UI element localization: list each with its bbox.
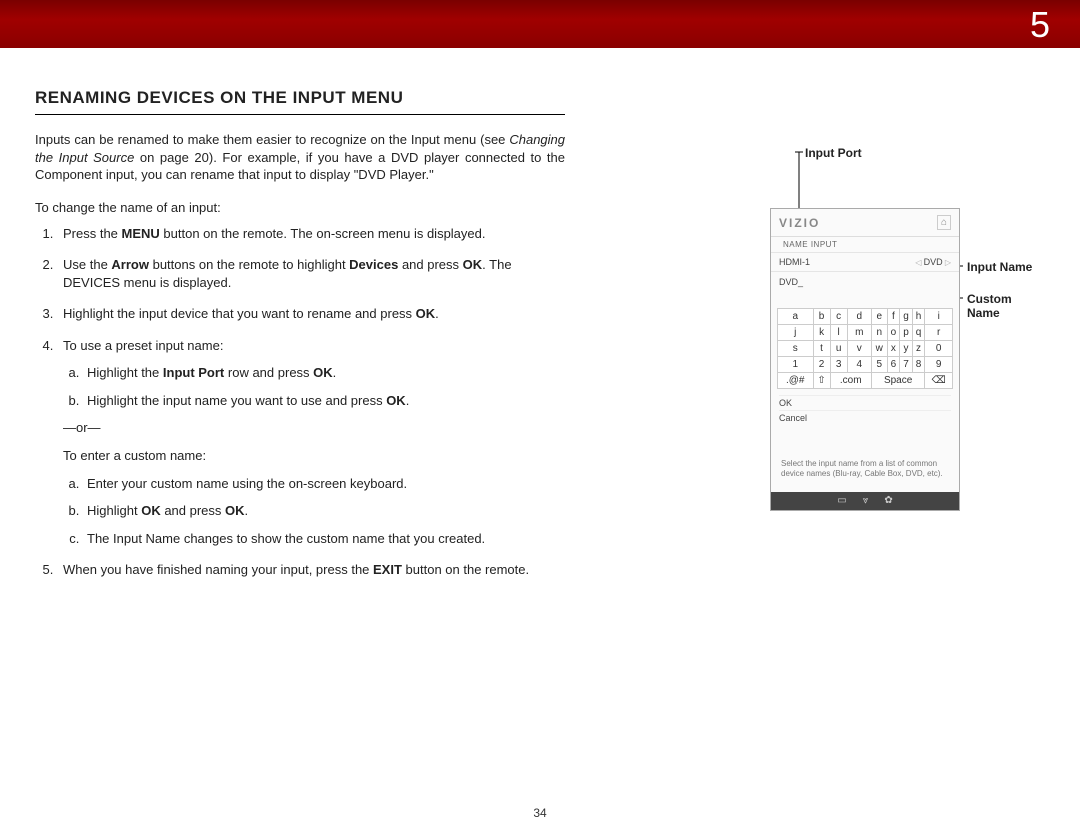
step-4-custom-sub: Enter your custom name using the on-scre… [63,475,565,548]
kb-key: a [778,309,814,325]
callout-label-input-name: Input Name [967,260,1032,274]
kb-key: x [887,341,900,357]
kb-key-special: ⌫ [925,373,953,389]
kb-key: p [900,325,913,341]
step-4-custom-b: Highlight OK and press OK. [83,502,565,520]
section-heading: RENAMING DEVICES ON THE INPUT MENU [35,88,565,115]
on-screen-keyboard: abcdefghi jklmnopqr stuvwxyz0 123456789 .@#⇧… [777,308,953,389]
step-4-custom-a: Enter your custom name using the on-scre… [83,475,565,493]
gear-icon: ✿ [884,495,892,506]
tv-menu-screenshot: VIZIO ⌂ NAME INPUT HDMI-1 ◁ DVD ▷ DVD_ a… [770,208,960,511]
callout-label-custom-name: Custom Name [967,292,1035,320]
kb-key: s [778,341,814,357]
kb-key-special: ⇧ [813,373,830,389]
kb-key: 9 [925,357,953,373]
tv-help-text: Select the input name from a list of com… [771,429,959,492]
step-5: When you have finished naming your input… [57,561,565,579]
step-4: To use a preset input name: Highlight th… [57,337,565,547]
chapter-header-bar: 5 [0,0,1080,48]
kb-key-special: .@# [778,373,814,389]
kb-key: w [871,341,887,357]
kb-key: m [847,325,871,341]
kb-key: 5 [871,357,887,373]
tv-buttons: OK Cancel [771,391,959,429]
wide-icon: ▭ [837,495,846,506]
right-column: Input Port Input Name Custom Name VIZIO … [615,88,1035,593]
kb-key: 2 [813,357,830,373]
or-separator: —or— [63,419,565,437]
intro-paragraph: Inputs can be renamed to make them easie… [35,131,565,184]
kb-key: g [900,309,913,325]
tv-brand: VIZIO [779,216,820,230]
step-2: Use the Arrow buttons on the remote to h… [57,256,565,291]
tv-preset-value: ◁ DVD ▷ [915,257,951,267]
kb-key: e [871,309,887,325]
kb-key: 4 [847,357,871,373]
kb-key: 6 [887,357,900,373]
step-4a: Highlight the Input Port row and press O… [83,364,565,382]
tv-input-port-row: HDMI-1 ◁ DVD ▷ [771,252,959,271]
tv-header: VIZIO ⌂ [771,209,959,237]
tv-bottom-bar: ▭ ⩔ ✿ [771,492,959,510]
kb-key: 8 [912,357,925,373]
step-4-sub: Highlight the Input Port row and press O… [63,364,565,409]
kb-key: l [830,325,847,341]
step-4b: Highlight the input name you want to use… [83,392,565,410]
down-icon: ⩔ [863,495,869,506]
step-3: Highlight the input device that you want… [57,305,565,323]
tv-menu-title: NAME INPUT [771,237,959,252]
page-number: 34 [0,806,1080,820]
kb-key: h [912,309,925,325]
tv-ok-row: OK [779,395,951,410]
kb-key: 1 [778,357,814,373]
kb-key: z [912,341,925,357]
kb-key: d [847,309,871,325]
kb-key-special: Space [871,373,924,389]
kb-key: 3 [830,357,847,373]
tv-custom-value: DVD_ [779,277,803,287]
kb-key: 0 [925,341,953,357]
kb-key: u [830,341,847,357]
tv-port-label: HDMI-1 [779,257,810,267]
chapter-number: 5 [1030,4,1050,46]
left-column: RENAMING DEVICES ON THE INPUT MENU Input… [35,88,565,593]
kb-key: 7 [900,357,913,373]
home-icon: ⌂ [937,215,951,230]
kb-key: r [925,325,953,341]
tv-custom-name-row: DVD_ [771,271,959,292]
intro-text-1: Inputs can be renamed to make them easie… [35,132,509,147]
kb-key: o [887,325,900,341]
steps-list: Press the MENU button on the remote. The… [35,225,565,579]
kb-key: t [813,341,830,357]
page-content: RENAMING DEVICES ON THE INPUT MENU Input… [0,48,1080,593]
kb-key: q [912,325,925,341]
step-1: Press the MENU button on the remote. The… [57,225,565,243]
lead-text: To change the name of an input: [35,200,565,215]
kb-key: c [830,309,847,325]
kb-key-special: .com [830,373,871,389]
kb-key: y [900,341,913,357]
step-4-custom-c: The Input Name changes to show the custo… [83,530,565,548]
tv-cancel-row: Cancel [779,410,951,425]
kb-key: j [778,325,814,341]
kb-key: n [871,325,887,341]
kb-key: f [887,309,900,325]
custom-lead: To enter a custom name: [63,447,565,465]
callout-label-input-port: Input Port [805,146,862,160]
kb-key: k [813,325,830,341]
kb-key: v [847,341,871,357]
kb-key: b [813,309,830,325]
kb-key: i [925,309,953,325]
